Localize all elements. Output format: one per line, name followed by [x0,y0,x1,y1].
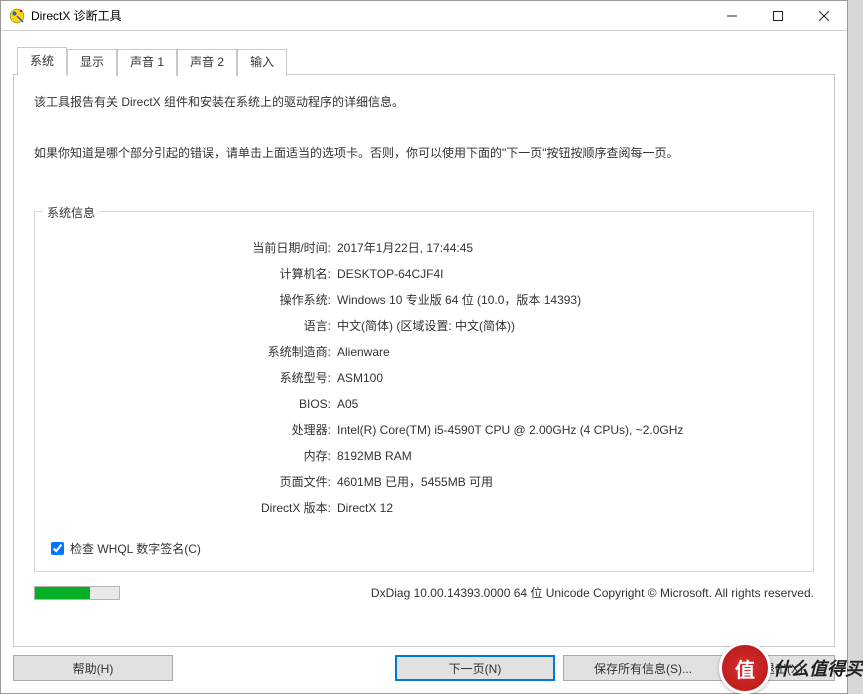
tab-input[interactable]: 输入 [237,49,287,76]
field-bios: BIOS: A05 [51,394,797,414]
app-icon [9,8,25,24]
next-page-button[interactable]: 下一页(N) [395,655,555,681]
field-model: 系统型号: ASM100 [51,368,797,388]
client-area: 系统 显示 声音 1 声音 2 输入 该工具报告有关 DirectX 组件和安装… [1,31,847,693]
field-computer: 计算机名: DESKTOP-64CJF4I [51,264,797,284]
field-label: 内存: [51,446,337,466]
tab-sound1[interactable]: 声音 1 [117,49,177,76]
field-os: 操作系统: Windows 10 专业版 64 位 (10.0，版本 14393… [51,290,797,310]
close-button[interactable] [801,1,847,30]
field-processor: 处理器: Intel(R) Core(TM) i5-4590T CPU @ 2.… [51,420,797,440]
field-language: 语言: 中文(简体) (区域设置: 中文(简体)) [51,316,797,336]
field-list: 当前日期/时间: 2017年1月22日, 17:44:45 计算机名: DESK… [51,238,797,518]
field-pagefile: 页面文件: 4601MB 已用，5455MB 可用 [51,472,797,492]
field-value: 4601MB 已用，5455MB 可用 [337,472,797,492]
field-label: 处理器: [51,420,337,440]
field-label: DirectX 版本: [51,498,337,518]
progress-fill [35,587,90,599]
field-value: ASM100 [337,368,797,388]
field-value: Alienware [337,342,797,362]
field-label: BIOS: [51,394,337,414]
field-label: 系统制造商: [51,342,337,362]
progress-bar [34,586,120,600]
titlebar[interactable]: DirectX 诊断工具 [1,1,847,31]
maximize-button[interactable] [755,1,801,30]
field-datetime: 当前日期/时间: 2017年1月22日, 17:44:45 [51,238,797,258]
field-value: Windows 10 专业版 64 位 (10.0，版本 14393) [337,290,797,310]
minimize-button[interactable] [709,1,755,30]
tab-sound2[interactable]: 声音 2 [177,49,237,76]
tab-display[interactable]: 显示 [67,49,117,76]
field-value: 中文(简体) (区域设置: 中文(简体)) [337,316,797,336]
field-value: DESKTOP-64CJF4I [337,264,797,284]
window-frame: DirectX 诊断工具 系统 显示 声音 1 声音 2 输入 该工具报告有关 … [0,0,848,694]
field-label: 页面文件: [51,472,337,492]
tab-strip: 系统 显示 声音 1 声音 2 输入 [17,47,835,74]
system-info-group: 系统信息 当前日期/时间: 2017年1月22日, 17:44:45 计算机名:… [34,211,814,572]
field-directx: DirectX 版本: DirectX 12 [51,498,797,518]
tab-panel-system: 该工具报告有关 DirectX 组件和安装在系统上的驱动程序的详细信息。 如果你… [13,74,835,647]
field-label: 当前日期/时间: [51,238,337,258]
intro-text-2: 如果你知道是哪个部分引起的错误，请单击上面适当的选项卡。否则，你可以使用下面的"… [34,144,814,161]
save-all-button[interactable]: 保存所有信息(S)... [563,655,723,681]
whql-checkbox-label: 检查 WHQL 数字签名(C) [70,540,201,557]
bottom-info-row: DxDiag 10.00.14393.0000 64 位 Unicode Cop… [34,584,814,601]
exit-button[interactable]: 退出(X) [731,655,835,681]
copyright-text: DxDiag 10.00.14393.0000 64 位 Unicode Cop… [371,584,814,601]
whql-checkbox[interactable] [51,542,64,555]
window-title: DirectX 诊断工具 [31,7,122,24]
field-manufacturer: 系统制造商: Alienware [51,342,797,362]
field-label: 操作系统: [51,290,337,310]
whql-checkbox-row[interactable]: 检查 WHQL 数字签名(C) [51,540,797,557]
field-label: 系统型号: [51,368,337,388]
tab-system[interactable]: 系统 [17,47,67,75]
field-value: Intel(R) Core(TM) i5-4590T CPU @ 2.00GHz… [337,420,797,440]
field-value: DirectX 12 [337,498,797,518]
help-button[interactable]: 帮助(H) [13,655,173,681]
intro-text-1: 该工具报告有关 DirectX 组件和安装在系统上的驱动程序的详细信息。 [34,93,814,110]
field-value: 8192MB RAM [337,446,797,466]
field-value: 2017年1月22日, 17:44:45 [337,238,797,258]
field-value: A05 [337,394,797,414]
field-label: 计算机名: [51,264,337,284]
group-title: 系统信息 [43,204,99,221]
button-bar: 帮助(H) 下一页(N) 保存所有信息(S)... 退出(X) [13,655,835,681]
field-label: 语言: [51,316,337,336]
field-memory: 内存: 8192MB RAM [51,446,797,466]
